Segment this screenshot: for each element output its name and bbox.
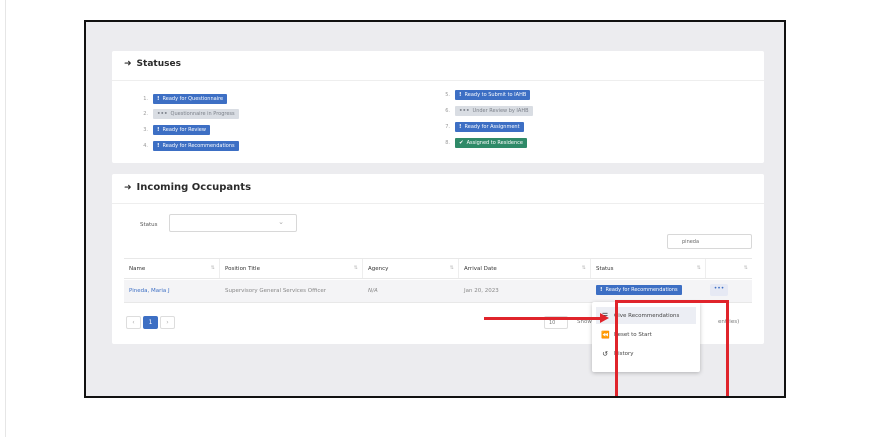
sort-icon[interactable]: ⇅ bbox=[697, 265, 701, 271]
status-number: 3. bbox=[143, 127, 148, 133]
divider bbox=[112, 80, 764, 81]
status-number: 5. bbox=[445, 92, 450, 98]
status-label: Ready for Questionnaire bbox=[162, 96, 224, 102]
column-label: Arrival Date bbox=[464, 266, 497, 272]
occupant-name-link[interactable]: Pineda, Maria J bbox=[124, 280, 170, 302]
collapse-arrow-icon[interactable]: ➜ bbox=[124, 59, 132, 69]
column-label: Position Title bbox=[225, 266, 260, 272]
ellipsis-icon: ••• bbox=[459, 108, 470, 114]
arrival-date-cell: Jan 20, 2023 bbox=[464, 288, 499, 294]
left-divider bbox=[5, 0, 6, 437]
annotation-arrow bbox=[484, 317, 603, 320]
status-number: 8. bbox=[445, 140, 450, 146]
status-number: 7. bbox=[445, 124, 450, 130]
status-badge: ! Ready for Recommendations bbox=[153, 141, 239, 151]
status-item: 8. ✔ Assigned to Residence bbox=[440, 138, 527, 148]
status-badge: ! Ready for Review bbox=[153, 125, 210, 135]
status-cell: ! Ready for Recommendations bbox=[591, 280, 682, 302]
position-title-cell: Supervisory General Services Officer bbox=[225, 288, 327, 294]
status-item: 4. ! Ready for Recommendations bbox=[138, 141, 239, 151]
sort-icon[interactable]: ⇅ bbox=[582, 265, 586, 271]
status-badge: ✔ Assigned to Residence bbox=[455, 138, 527, 148]
status-item: 6. ••• Under Review by IAHB bbox=[440, 106, 533, 116]
status-badge: ! Ready for Questionnaire bbox=[153, 94, 228, 104]
status-label: Under Review by IAHB bbox=[472, 108, 529, 114]
statuses-card-header[interactable]: ➜ Statuses bbox=[124, 59, 181, 69]
status-badge: ••• Questionnaire in Progress bbox=[153, 109, 239, 119]
chevron-down-icon: ⌄ bbox=[278, 218, 284, 226]
status-filter-select[interactable]: ⌄ bbox=[169, 214, 297, 232]
status-number: 2. bbox=[143, 111, 148, 117]
status-label: Ready for Assignment bbox=[464, 124, 520, 130]
annotation-highlight-box bbox=[615, 300, 729, 396]
exclamation-icon: ! bbox=[157, 143, 160, 149]
table-header: Name ⇅ Position Title ⇅ Agency ⇅ Arrival Da… bbox=[124, 258, 752, 279]
column-header-status[interactable]: Status ⇅ bbox=[591, 259, 706, 278]
prev-page-button[interactable]: ‹ bbox=[126, 316, 141, 329]
check-circle-icon: ✔ bbox=[459, 140, 464, 146]
next-page-button[interactable]: › bbox=[160, 316, 175, 329]
divider bbox=[112, 203, 764, 204]
status-item: 5. ! Ready to Submit to IAHB bbox=[440, 90, 531, 100]
statuses-title: Statuses bbox=[136, 59, 181, 69]
incoming-title: Incoming Occupants bbox=[136, 182, 252, 193]
column-header-name[interactable]: Name ⇅ bbox=[124, 259, 220, 278]
status-label: Ready to Submit to IAHB bbox=[464, 92, 527, 98]
status-number: 1. bbox=[143, 96, 148, 102]
exclamation-icon: ! bbox=[157, 96, 160, 102]
screenshot-frame: ➜ Statuses 1. ! Ready for Questionnaire 2… bbox=[84, 20, 786, 398]
status-label: Assigned to Residence bbox=[466, 140, 523, 146]
column-header-agency[interactable]: Agency ⇅ bbox=[363, 259, 459, 278]
pagination: ‹ 1 › bbox=[126, 316, 175, 329]
status-label: Ready for Recommendations bbox=[605, 287, 678, 293]
column-label: Name bbox=[129, 266, 146, 272]
ellipsis-icon: ••• bbox=[157, 111, 168, 117]
column-label: Status bbox=[596, 266, 614, 272]
sort-icon[interactable]: ⇅ bbox=[744, 265, 748, 271]
page-1-button[interactable]: 1 bbox=[143, 316, 158, 329]
status-number: 4. bbox=[143, 143, 148, 149]
sort-icon[interactable]: ⇅ bbox=[354, 265, 358, 271]
sort-icon[interactable]: ⇅ bbox=[450, 265, 454, 271]
collapse-arrow-icon[interactable]: ➜ bbox=[124, 183, 132, 193]
status-number: 6. bbox=[445, 108, 450, 114]
status-item: 1. ! Ready for Questionnaire bbox=[138, 94, 228, 104]
status-item: 7. ! Ready for Assignment bbox=[440, 122, 524, 132]
exclamation-icon: ! bbox=[600, 287, 603, 293]
incoming-card-header[interactable]: ➜ Incoming Occupants bbox=[124, 182, 251, 193]
status-label: Questionnaire in Progress bbox=[170, 111, 235, 117]
column-header-position[interactable]: Position Title ⇅ bbox=[220, 259, 363, 278]
annotation-arrow-head bbox=[600, 313, 609, 323]
status-badge: ••• Under Review by IAHB bbox=[455, 106, 533, 116]
exclamation-icon: ! bbox=[157, 127, 160, 133]
column-header-arrival-date[interactable]: Arrival Date ⇅ bbox=[459, 259, 591, 278]
search-input[interactable]: pineda bbox=[667, 234, 752, 249]
status-label: Ready for Recommendations bbox=[162, 143, 235, 149]
status-badge: ! Ready for Recommendations bbox=[596, 285, 682, 295]
status-label: Ready for Review bbox=[162, 127, 206, 133]
column-label: Agency bbox=[368, 266, 389, 272]
status-item: 2. ••• Questionnaire in Progress bbox=[138, 109, 239, 119]
history-icon: ↺ bbox=[602, 349, 608, 358]
status-item: 3. ! Ready for Review bbox=[138, 125, 210, 135]
agency-cell: N/A bbox=[368, 288, 378, 294]
status-filter-label: Status bbox=[140, 222, 158, 228]
sort-icon[interactable]: ⇅ bbox=[211, 265, 215, 271]
status-badge: ! Ready for Assignment bbox=[455, 122, 524, 132]
status-badge: ! Ready to Submit to IAHB bbox=[455, 90, 531, 100]
column-header-actions[interactable]: ⇅ bbox=[706, 259, 752, 278]
rewind-icon: ⏪ bbox=[601, 330, 610, 339]
statuses-card: ➜ Statuses 1. ! Ready for Questionnaire 2… bbox=[112, 51, 764, 163]
exclamation-icon: ! bbox=[459, 92, 462, 98]
row-actions-button[interactable]: ••• bbox=[710, 284, 728, 296]
exclamation-icon: ! bbox=[459, 124, 462, 130]
